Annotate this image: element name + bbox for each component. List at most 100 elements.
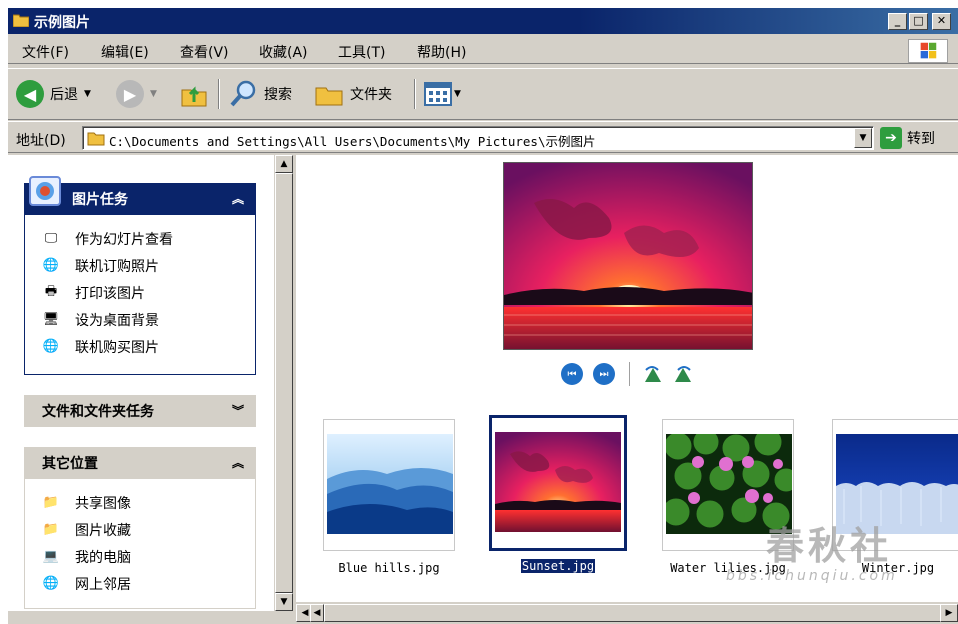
network-icon: 🌐 <box>42 576 60 591</box>
other-places-header[interactable]: 其它位置 ︽ <box>24 447 256 479</box>
next-image-icon[interactable]: ⏭ <box>593 363 615 385</box>
computer-icon: 💻 <box>42 549 60 564</box>
task-slideshow[interactable]: 🖵 作为幻灯片查看 <box>41 225 255 252</box>
thumbnail-caption: Blue hills.jpg <box>338 561 440 575</box>
task-buy-pictures[interactable]: 🌐 联机购买图片 <box>41 333 255 360</box>
views-dropdown-icon[interactable]: ▼ <box>454 89 461 99</box>
scroll-down-icon[interactable]: ▼ <box>275 593 293 611</box>
collapse-chevron-icon[interactable]: ︽ <box>232 190 244 207</box>
task-label: 设为桌面背景 <box>75 312 159 329</box>
folders-button[interactable]: 文件夹 <box>314 77 392 111</box>
task-label: 联机购买图片 <box>75 339 159 356</box>
back-button[interactable]: ◀ 后退 ▼ <box>16 77 91 111</box>
window-title: 示例图片 <box>34 15 90 31</box>
place-shared-pictures[interactable]: 📁 共享图像 <box>41 489 255 516</box>
scroll-up-icon[interactable]: ▲ <box>275 155 293 173</box>
picture-tasks-list: 🖵 作为幻灯片查看 🌐 联机订购照片 🖶 打印该图片 🖥 设为桌面背景 🌐 联机购买图片 <box>24 215 256 375</box>
thumbnail-frame[interactable] <box>832 419 958 551</box>
go-button[interactable]: ➔ 转到 <box>880 127 935 149</box>
globe-photo-icon: 🌐 <box>42 258 60 273</box>
address-label: 地址(D) <box>16 133 66 149</box>
file-tasks-panel: 文件和文件夹任务 ︾ <box>24 395 256 427</box>
menu-edit[interactable]: 编辑(E) <box>101 42 149 62</box>
menu-tools[interactable]: 工具(T) <box>338 42 385 62</box>
thumbnail-frame[interactable] <box>489 415 627 551</box>
scroll-thumb[interactable] <box>275 173 293 593</box>
thumbnail-frame[interactable] <box>323 419 455 551</box>
views-icon <box>424 82 452 106</box>
search-label: 搜索 <box>264 87 292 103</box>
previous-image-icon[interactable]: ⏮ <box>561 363 583 385</box>
toolbar-separator <box>414 79 416 109</box>
expand-chevron-icon[interactable]: ︾ <box>232 402 244 419</box>
task-print-picture[interactable]: 🖶 打印该图片 <box>41 279 255 306</box>
place-my-pictures[interactable]: 📁 图片收藏 <box>41 516 255 543</box>
task-order-prints[interactable]: 🌐 联机订购照片 <box>41 252 255 279</box>
views-button[interactable]: ▼ <box>424 77 461 111</box>
content-horizontal-scrollbar[interactable]: ◀ ◀ ▶ <box>296 604 958 622</box>
scroll-thumb[interactable] <box>324 604 944 622</box>
water-lilies-image <box>666 434 792 534</box>
place-network[interactable]: 🌐 网上邻居 <box>41 570 255 597</box>
rotate-counterclockwise-icon[interactable] <box>672 364 694 384</box>
forward-arrow-icon: ▶ <box>116 80 144 108</box>
menu-view[interactable]: 查看(V) <box>180 42 229 62</box>
up-folder-icon <box>181 86 207 107</box>
other-places-title: 其它位置 <box>42 456 98 472</box>
back-arrow-icon: ◀ <box>16 80 44 108</box>
back-label: 后退 <box>50 87 78 103</box>
thumbnail-item[interactable]: Winter.jpg <box>832 419 958 575</box>
thumbnail-caption: Sunset.jpg <box>492 558 624 574</box>
picture-tasks-panel: 图片任务 ︽ 🖵 作为幻灯片查看 🌐 联机订购照片 🖶 打印该图片 🖥 设为桌面背景 🌐… <box>24 176 256 375</box>
viewer-controls: ⏮ ⏭ <box>561 362 694 386</box>
minimize-button[interactable]: _ <box>888 13 907 30</box>
thumbnail-frame[interactable] <box>662 419 794 551</box>
forward-dropdown-icon[interactable]: ▼ <box>150 89 157 99</box>
picture-tasks-title: 图片任务 <box>72 192 128 208</box>
up-folder-button[interactable] <box>180 77 208 111</box>
search-icon <box>230 80 256 107</box>
toolbar-separator <box>218 79 220 109</box>
scroll-right-icon[interactable]: ▶ <box>940 604 958 622</box>
explorer-window: 示例图片 _ □ ✕ 文件(F) 编辑(E) 查看(V) 收藏(A) 工具(T)… <box>7 7 958 624</box>
task-label: 打印该图片 <box>75 285 145 302</box>
title-bar[interactable]: 示例图片 _ □ ✕ <box>8 8 958 34</box>
task-set-background[interactable]: 🖥 设为桌面背景 <box>41 306 255 333</box>
folder-icon <box>13 14 29 27</box>
folders-label: 文件夹 <box>350 87 392 103</box>
place-label: 图片收藏 <box>75 522 131 539</box>
thumbnail-caption: Water lilies.jpg <box>670 561 786 575</box>
scroll-left-alt-icon[interactable]: ◀ <box>310 604 324 622</box>
image-preview <box>503 162 753 350</box>
thumbnail-item[interactable]: Water lilies.jpg <box>662 419 794 575</box>
maximize-button[interactable]: □ <box>909 13 928 30</box>
back-dropdown-icon[interactable]: ▼ <box>84 89 91 99</box>
address-bar: 地址(D) C:\Documents and Settings\All User… <box>8 121 958 153</box>
windows-logo-icon <box>908 39 948 63</box>
thumbnail-item-selected[interactable]: Sunset.jpg <box>489 415 627 574</box>
close-button[interactable]: ✕ <box>932 13 951 30</box>
rotate-clockwise-icon[interactable] <box>642 364 664 384</box>
filmstrip-view: ⏮ ⏭ Blue hills.jpg Sunset.jpg Water lili… <box>296 155 958 602</box>
forward-button[interactable]: ▶ ▼ <box>116 77 157 111</box>
task-pane-scrollbar[interactable]: ▲ ▼ <box>275 155 293 611</box>
task-label: 联机订购照片 <box>75 258 159 275</box>
thumbnail-item[interactable]: Blue hills.jpg <box>323 419 455 575</box>
viewer-separator <box>629 362 630 386</box>
scroll-corner <box>275 611 293 624</box>
menu-favorites[interactable]: 收藏(A) <box>259 42 308 62</box>
picture-tasks-header[interactable]: 图片任务 ︽ <box>24 176 256 215</box>
sunset-image <box>495 432 621 532</box>
place-my-computer[interactable]: 💻 我的电脑 <box>41 543 255 570</box>
pictures-folder-icon <box>29 176 61 206</box>
collapse-chevron-icon[interactable]: ︽ <box>232 454 244 471</box>
file-tasks-header[interactable]: 文件和文件夹任务 ︾ <box>24 395 256 427</box>
menu-file[interactable]: 文件(F) <box>22 42 69 62</box>
search-button[interactable]: 搜索 <box>228 77 292 111</box>
winter-image <box>836 434 958 534</box>
menu-help[interactable]: 帮助(H) <box>417 42 466 62</box>
address-input[interactable]: C:\Documents and Settings\All Users\Docu… <box>82 126 874 150</box>
sunset-preview-image <box>504 163 752 349</box>
selected-caption-text: Sunset.jpg <box>519 558 597 574</box>
address-dropdown-icon[interactable]: ▼ <box>854 128 872 148</box>
